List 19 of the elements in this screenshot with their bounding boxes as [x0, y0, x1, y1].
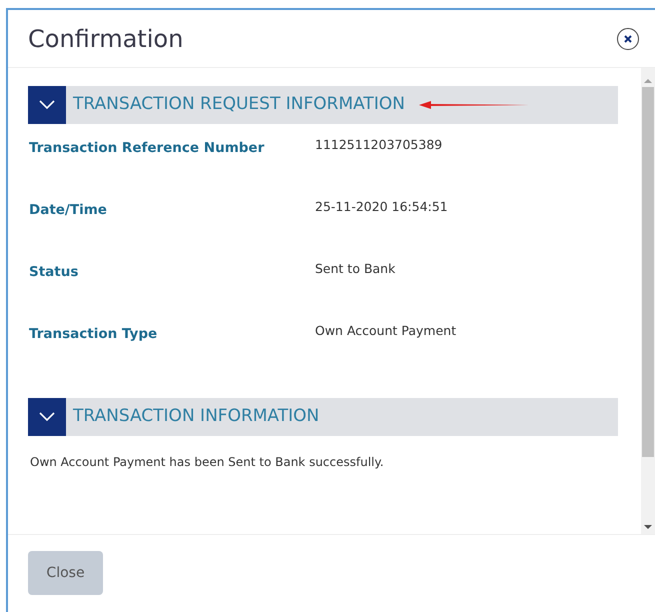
field-label: Date/Time — [28, 201, 108, 220]
section-title: TRANSACTION INFORMATION — [73, 405, 320, 428]
field-value: Sent to Bank — [315, 260, 396, 278]
close-icon[interactable] — [617, 28, 639, 50]
chevron-icon — [39, 412, 55, 422]
field-label: Transaction Type — [28, 325, 158, 344]
section-header[interactable]: TRANSACTION INFORMATION — [28, 398, 618, 436]
scroll-down-icon[interactable] — [644, 524, 652, 530]
field-label: Transaction Reference Number — [28, 139, 266, 158]
field-value: Own Account Payment — [315, 322, 456, 340]
dialog-title: Confirmation — [28, 24, 184, 54]
field-label: Status — [28, 263, 80, 282]
section-title: TRANSACTION REQUEST INFORMATION — [73, 93, 405, 116]
section-header[interactable]: TRANSACTION REQUEST INFORMATION — [28, 86, 618, 124]
scrollbar[interactable] — [641, 68, 655, 534]
field-value: 1112511203705389 — [315, 136, 442, 154]
message-text: Own Account Payment has been Sent to Bank successfully. — [30, 454, 385, 471]
chevron-icon — [39, 100, 55, 110]
field-value: 25-11-2020 16:54:51 — [315, 198, 448, 216]
